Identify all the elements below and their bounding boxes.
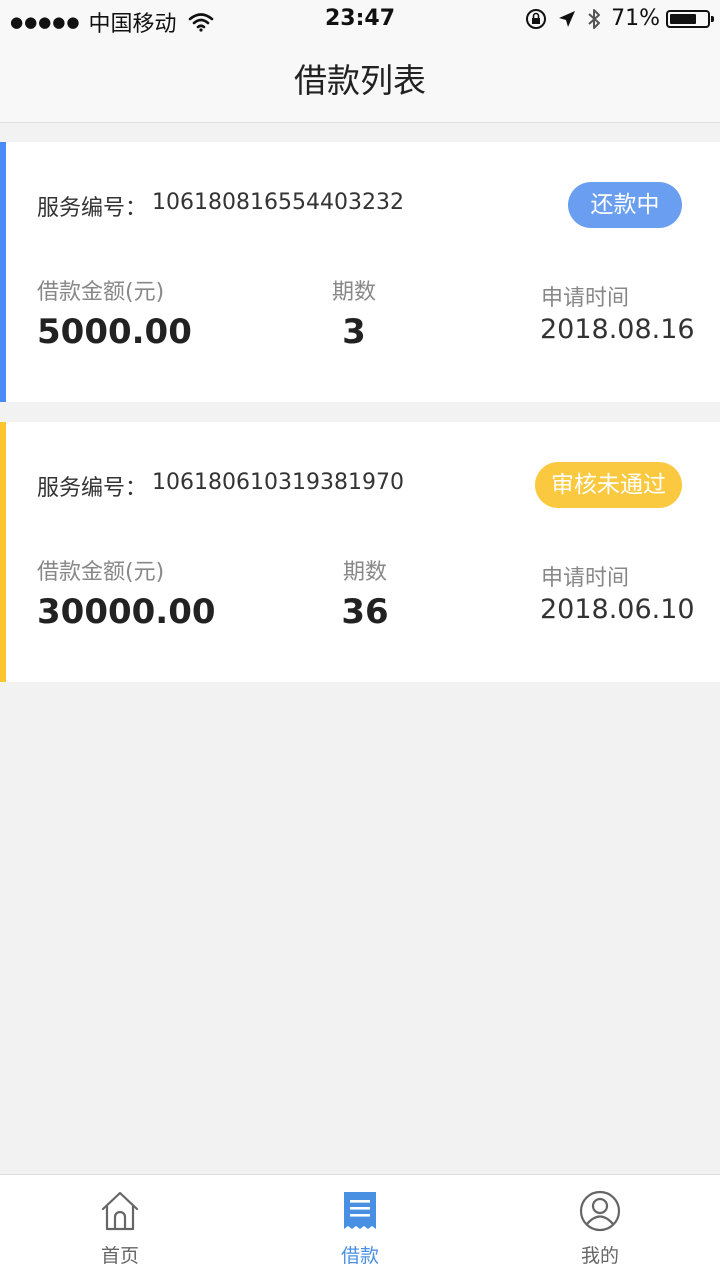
apply-date: 2018.08.16 bbox=[540, 314, 695, 345]
periods-value: 3 bbox=[342, 312, 366, 352]
tab-profile-label: 我的 bbox=[580, 1245, 619, 1267]
battery-nub bbox=[711, 15, 714, 22]
loan-card[interactable]: 服务编号： 106180816554403232 还款中 借款金额(元) 500… bbox=[0, 142, 720, 402]
page-title: 借款列表 bbox=[294, 61, 426, 100]
tab-profile[interactable]: 我的 bbox=[480, 1175, 720, 1280]
apply-date-label: 申请时间 bbox=[541, 566, 630, 591]
tab-home-label: 首页 bbox=[100, 1245, 139, 1267]
periods-label: 期数 bbox=[342, 560, 387, 585]
receipt-icon bbox=[344, 1192, 376, 1229]
periods-value: 36 bbox=[341, 592, 389, 632]
service-number-label: 服务编号： bbox=[37, 476, 148, 501]
tab-home[interactable]: 首页 bbox=[0, 1175, 240, 1280]
card-accent-bar bbox=[0, 422, 6, 682]
service-number-label: 服务编号： bbox=[37, 196, 148, 221]
status-badge: 审核未通过 bbox=[535, 462, 682, 508]
loan-amount-label: 借款金额(元) bbox=[37, 560, 165, 585]
tab-loans-label: 借款 bbox=[340, 1245, 379, 1267]
user-icon bbox=[579, 1190, 621, 1232]
periods-label: 期数 bbox=[331, 280, 376, 305]
loan-amount: 5000.00 bbox=[37, 312, 192, 352]
service-number: 106180816554403232 bbox=[152, 190, 404, 215]
tab-bar: 首页 借款 我的 bbox=[0, 1174, 720, 1280]
home-icon bbox=[101, 1191, 139, 1231]
service-number: 106180610319381970 bbox=[152, 470, 404, 495]
apply-date-label: 申请时间 bbox=[541, 286, 630, 311]
status-right: 71% bbox=[525, 6, 714, 31]
apply-date: 2018.06.10 bbox=[540, 594, 695, 625]
battery-icon bbox=[666, 9, 714, 28]
rotation-lock-icon bbox=[526, 8, 547, 29]
bluetooth-icon bbox=[588, 8, 601, 29]
battery-fill bbox=[670, 13, 696, 24]
tab-loans[interactable]: 借款 bbox=[240, 1175, 480, 1280]
loan-amount: 30000.00 bbox=[37, 592, 216, 632]
navigation-bar: 借款列表 bbox=[0, 40, 720, 123]
card-accent-bar bbox=[0, 142, 6, 402]
loan-amount-label: 借款金额(元) bbox=[37, 280, 165, 305]
battery-percentage: 71% bbox=[611, 6, 660, 31]
loan-card[interactable]: 服务编号： 106180610319381970 审核未通过 借款金额(元) 3… bbox=[0, 422, 720, 682]
status-badge: 还款中 bbox=[568, 182, 682, 228]
status-bar: ●●●●● 中国移动 23:47 71% bbox=[0, 0, 720, 40]
location-arrow-icon bbox=[559, 10, 576, 27]
